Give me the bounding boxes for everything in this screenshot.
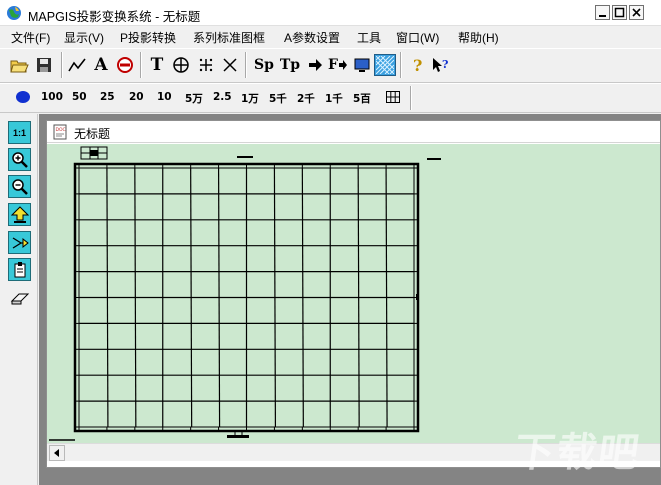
forward-arrow-button[interactable] xyxy=(304,54,326,76)
help-button[interactable]: ? xyxy=(406,54,428,76)
scale-100[interactable]: 100 xyxy=(41,91,63,103)
map-canvas[interactable] xyxy=(47,144,660,444)
svg-text:?: ? xyxy=(442,58,448,71)
text-tool-button[interactable]: T xyxy=(146,54,168,76)
watermark: 下载吧 xyxy=(511,430,644,476)
close-icon xyxy=(632,8,641,17)
save-button[interactable] xyxy=(33,54,55,76)
pointer-question-icon: ? xyxy=(433,58,448,72)
menu-file[interactable]: 文件(F) xyxy=(9,29,52,46)
title-bar: MAPGIS投影变换系统 - 无标题 xyxy=(0,0,661,26)
window-title: MAPGIS投影变换系统 - 无标题 xyxy=(28,10,201,24)
dotted-cross-icon xyxy=(199,58,213,72)
minimize-icon xyxy=(599,15,606,17)
open-button[interactable] xyxy=(8,54,30,76)
maximize-icon xyxy=(614,7,625,18)
pattern-fill-button[interactable] xyxy=(374,54,396,76)
right-arrow-icon xyxy=(309,59,322,71)
menu-window[interactable]: 窗口(W) xyxy=(394,29,441,46)
zoom-in-button[interactable] xyxy=(8,148,31,171)
up-arrow-icon xyxy=(10,205,29,223)
menu-params[interactable]: A参数设置 xyxy=(282,29,342,46)
display-button[interactable] xyxy=(351,54,373,76)
small-arrow-icon xyxy=(338,60,347,70)
grid-button[interactable] xyxy=(382,86,404,108)
maximize-button[interactable] xyxy=(612,5,627,20)
scale-5wan[interactable]: 5万 xyxy=(185,91,203,106)
blue-dot-icon xyxy=(16,91,30,103)
scale-2qian[interactable]: 2千 xyxy=(297,91,315,106)
menu-view[interactable]: 显示(V) xyxy=(62,29,106,46)
scale-dot-button[interactable] xyxy=(12,86,34,108)
sp-button[interactable]: Sp xyxy=(251,54,277,76)
toolbar-separator xyxy=(410,86,412,110)
delete-tool-button[interactable] xyxy=(114,54,136,76)
zoom-out-icon xyxy=(11,178,28,195)
annotation-tool-button[interactable]: A xyxy=(90,54,112,76)
scale-10[interactable]: 10 xyxy=(157,91,172,103)
scale-50[interactable]: 50 xyxy=(72,91,87,103)
crosshair-tool-button[interactable] xyxy=(170,54,192,76)
clipboard-icon xyxy=(14,261,25,277)
menu-help[interactable]: 帮助(H) xyxy=(456,29,501,46)
toolbar-separator xyxy=(61,52,63,78)
crosshair-circle-icon xyxy=(173,57,189,73)
svg-text:?: ? xyxy=(413,56,422,74)
svg-text:DOC: DOC xyxy=(56,127,66,133)
tp-button[interactable]: Tp xyxy=(277,54,303,76)
open-folder-icon xyxy=(10,60,29,73)
left-triangle-icon xyxy=(54,449,59,457)
monitor-icon xyxy=(354,58,370,72)
menu-projection[interactable]: P投影转换 xyxy=(118,29,178,46)
scale-25[interactable]: 25 xyxy=(100,91,115,103)
scale-5qian[interactable]: 5千 xyxy=(269,91,287,106)
grid-icon xyxy=(386,91,400,103)
menu-frames[interactable]: 系列标准图框 xyxy=(191,29,267,46)
zoom-out-button[interactable] xyxy=(8,175,31,198)
map-document-window: DOC 无标题 xyxy=(46,120,661,468)
clear-tool-button[interactable] xyxy=(219,54,241,76)
move-arrow-icon xyxy=(12,236,29,249)
pan-button[interactable] xyxy=(8,231,31,254)
point-grid-tool-button[interactable] xyxy=(195,54,217,76)
scale-1qian[interactable]: 1千 xyxy=(325,91,343,106)
scale-5bai[interactable]: 5百 xyxy=(353,91,371,106)
scale-1wan[interactable]: 1万 xyxy=(241,91,259,106)
scale-20[interactable]: 20 xyxy=(129,91,144,103)
hatch-pattern-icon xyxy=(376,56,394,74)
no-entry-icon xyxy=(117,57,133,73)
question-mark-icon: ? xyxy=(413,56,422,74)
x-cross-icon xyxy=(223,58,237,72)
toolbar-separator xyxy=(400,52,402,78)
polyline-tool-button[interactable] xyxy=(66,54,88,76)
document-icon: DOC xyxy=(53,124,67,140)
scale-2-5[interactable]: 2.5 xyxy=(213,91,232,103)
f-arrow-label: F xyxy=(328,57,338,73)
app-globe-icon xyxy=(7,6,21,20)
paste-button[interactable] xyxy=(8,258,31,281)
minimize-button[interactable] xyxy=(595,5,610,20)
toolbar-separator xyxy=(245,52,247,78)
scroll-left-button[interactable] xyxy=(49,445,65,461)
toolbar-separator xyxy=(140,52,142,78)
menu-tools[interactable]: 工具 xyxy=(355,29,383,46)
close-button[interactable] xyxy=(629,5,644,20)
document-title-bar: DOC 无标题 xyxy=(47,121,660,143)
context-help-button[interactable]: ? xyxy=(430,54,452,76)
pan-up-button[interactable] xyxy=(8,203,31,226)
actual-size-button[interactable]: 1:1 xyxy=(8,121,31,144)
map-frame-grid xyxy=(49,146,441,441)
document-title: 无标题 xyxy=(74,127,111,141)
eraser-icon xyxy=(10,293,29,304)
floppy-disk-icon xyxy=(37,58,51,72)
zoom-in-icon xyxy=(11,151,28,168)
f-arrow-button[interactable]: F xyxy=(326,54,350,76)
eraser-button[interactable] xyxy=(8,286,31,309)
polyline-icon xyxy=(68,58,86,72)
